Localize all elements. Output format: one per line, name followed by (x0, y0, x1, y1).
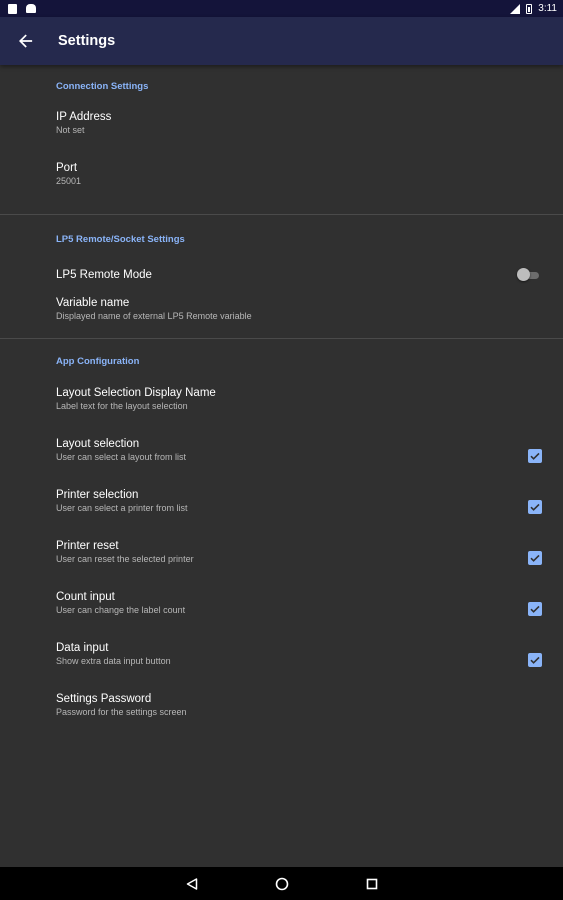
navigation-bar (0, 867, 563, 900)
pref-title: Variable name (56, 297, 130, 309)
pref-title: IP Address (56, 111, 112, 123)
pref-summary: Not set (56, 125, 85, 135)
pref-variable-name[interactable]: Variable name Displayed name of external… (0, 294, 563, 338)
printer-selection-checkbox[interactable] (528, 500, 542, 514)
triangle-back-icon (186, 877, 197, 890)
pref-count-input[interactable]: Count input User can change the label co… (0, 590, 563, 641)
signal-icon (510, 3, 521, 14)
pref-port[interactable]: Port 25001 (0, 161, 563, 214)
pref-title: Layout Selection Display Name (56, 387, 216, 399)
checkmark-icon (530, 503, 540, 511)
nav-back-button[interactable] (183, 875, 201, 893)
status-bar: 3:11 (0, 0, 563, 17)
data-input-checkbox[interactable] (528, 653, 542, 667)
pref-layout-display-name[interactable]: Layout Selection Display Name Label text… (0, 386, 563, 437)
section-header-app-config: App Configuration (56, 356, 140, 367)
pref-title: Printer reset (56, 540, 119, 552)
checkmark-icon (530, 656, 540, 664)
pref-summary: 25001 (56, 176, 82, 186)
pref-lp5-remote-mode[interactable]: LP5 Remote Mode (0, 256, 563, 294)
status-bar-notifications (8, 3, 36, 14)
pref-title: Settings Password (56, 693, 152, 705)
circle-home-icon (275, 877, 288, 890)
status-bar-system: 3:11 (510, 3, 557, 14)
app-bar: Settings (0, 17, 563, 65)
back-button[interactable] (2, 17, 50, 65)
pref-settings-password[interactable]: Settings Password Password for the setti… (0, 692, 563, 743)
section-header-connection: Connection Settings (56, 81, 149, 92)
pref-summary: User can change the label count (56, 605, 186, 615)
pref-summary: Show extra data input button (56, 656, 171, 666)
pref-title: Count input (56, 591, 115, 603)
pref-printer-selection[interactable]: Printer selection User can select a prin… (0, 488, 563, 539)
pref-summary: Label text for the layout selection (56, 401, 188, 411)
printer-reset-checkbox[interactable] (528, 551, 542, 565)
switch-thumb (517, 268, 530, 281)
pref-data-input[interactable]: Data input Show extra data input button (0, 641, 563, 692)
square-recents-icon (366, 878, 377, 889)
arrow-back-icon (19, 34, 33, 48)
pref-summary: Password for the settings screen (56, 707, 187, 717)
pref-layout-selection[interactable]: Layout selection User can select a layou… (0, 437, 563, 488)
pref-title: Layout selection (56, 438, 140, 450)
nav-home-button[interactable] (273, 875, 291, 893)
pref-summary: Displayed name of external LP5 Remote va… (56, 311, 252, 321)
pref-summary: User can reset the selected printer (56, 554, 194, 564)
pref-title: Data input (56, 642, 109, 654)
layout-selection-checkbox[interactable] (528, 449, 542, 463)
checkmark-icon (530, 605, 540, 613)
settings-list: Connection Settings IP Address Not set P… (0, 65, 563, 743)
checkmark-icon (530, 452, 540, 460)
pref-title: Printer selection (56, 489, 139, 501)
status-time: 3:11 (538, 3, 557, 14)
checkmark-icon (530, 554, 540, 562)
notification-file-icon (8, 3, 17, 14)
battery-icon (526, 3, 533, 14)
pref-summary: User can select a layout from list (56, 452, 187, 462)
section-header-lp5: LP5 Remote/Socket Settings (56, 234, 185, 245)
nav-recents-button[interactable] (363, 875, 381, 893)
lp5-remote-mode-switch[interactable] (517, 268, 539, 282)
pref-title: LP5 Remote Mode (56, 269, 152, 281)
notification-android-icon (26, 4, 36, 13)
pref-title: Port (56, 162, 78, 174)
page-title: Settings (58, 33, 116, 49)
pref-summary: User can select a printer from list (56, 503, 188, 513)
pref-printer-reset[interactable]: Printer reset User can reset the selecte… (0, 539, 563, 590)
pref-ip-address[interactable]: IP Address Not set (0, 110, 563, 161)
count-input-checkbox[interactable] (528, 602, 542, 616)
